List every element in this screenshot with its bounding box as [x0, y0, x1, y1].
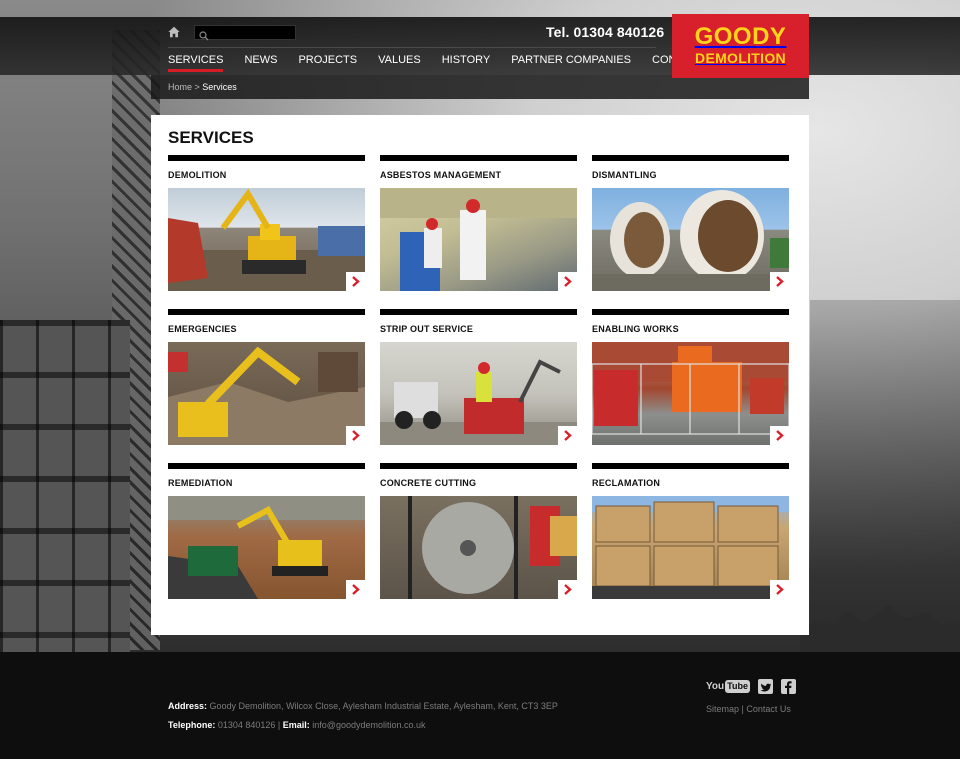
service-title[interactable]: REMEDIATION — [168, 478, 233, 488]
service-image[interactable] — [168, 342, 365, 445]
service-title[interactable]: CONCRETE CUTTING — [380, 478, 476, 488]
service-title[interactable]: ASBESTOS MANAGEMENT — [380, 170, 501, 180]
contact-us-link[interactable]: Contact Us — [746, 704, 791, 714]
breadcrumb-home[interactable]: Home — [168, 82, 192, 92]
chevron-right-icon — [776, 430, 784, 441]
breadcrumb-bar — [151, 75, 809, 99]
service-title[interactable]: STRIP OUT SERVICE — [380, 324, 473, 334]
service-image[interactable] — [380, 496, 577, 599]
card-rule — [592, 463, 789, 469]
card-arrow-button[interactable] — [346, 426, 365, 445]
service-image[interactable] — [380, 188, 577, 291]
logo[interactable]: GOODY DEMOLITION — [672, 14, 809, 78]
breadcrumb-separator: > — [192, 82, 203, 92]
youtube-tube: Tube — [725, 679, 750, 693]
breadcrumb-current: Services — [202, 82, 237, 92]
card-arrow-button[interactable] — [558, 272, 577, 291]
logo-line-2: DEMOLITION — [695, 50, 786, 66]
card-arrow-button[interactable] — [770, 272, 789, 291]
card-rule — [380, 155, 577, 161]
page-title: SERVICES — [168, 128, 254, 147]
search-box — [194, 25, 296, 41]
card-arrow-button[interactable] — [770, 580, 789, 599]
background-shade — [810, 300, 960, 652]
sitemap-link[interactable]: Sitemap — [706, 704, 739, 714]
phone-number: Tel. 01304 840126 — [546, 24, 665, 40]
background-building — [0, 320, 130, 652]
card-rule — [168, 463, 365, 469]
service-card-enabling-works[interactable]: ENABLING WORKS — [592, 309, 789, 447]
twitter-icon[interactable] — [758, 678, 773, 694]
card-arrow-button[interactable] — [346, 580, 365, 599]
footer: Address: Goody Demolition, Wilcox Close,… — [0, 652, 960, 759]
card-arrow-button[interactable] — [558, 580, 577, 599]
service-card-strip-out-service[interactable]: STRIP OUT SERVICE — [380, 309, 577, 447]
youtube-you: You — [706, 680, 725, 692]
nav-item-services[interactable]: SERVICES — [168, 54, 224, 74]
service-title[interactable]: RECLAMATION — [592, 478, 660, 488]
service-image[interactable] — [592, 188, 789, 291]
telephone-text: 01304 840126 — [217, 720, 276, 730]
search-input[interactable] — [211, 26, 295, 39]
facebook-icon[interactable] — [781, 678, 796, 694]
card-arrow-button[interactable] — [770, 426, 789, 445]
youtube-icon[interactable]: You Tube — [706, 679, 750, 693]
chevron-right-icon — [776, 584, 784, 595]
social-links: You Tube — [706, 678, 796, 694]
footer-contact: Telephone: 01304 840126 | Email: info@go… — [168, 720, 426, 730]
service-card-asbestos-management[interactable]: ASBESTOS MANAGEMENT — [380, 155, 577, 293]
nav-divider — [168, 47, 656, 48]
chevron-right-icon — [352, 584, 360, 595]
service-card-concrete-cutting[interactable]: CONCRETE CUTTING — [380, 463, 577, 601]
service-card-dismantling[interactable]: DISMANTLING — [592, 155, 789, 293]
service-image[interactable] — [168, 496, 365, 599]
search-icon[interactable] — [199, 28, 209, 41]
service-title[interactable]: DISMANTLING — [592, 170, 657, 180]
footer-address: Address: Goody Demolition, Wilcox Close,… — [168, 701, 558, 711]
home-icon[interactable] — [168, 25, 180, 38]
footer-links: Sitemap | Contact Us — [706, 704, 791, 714]
logo-line-1: GOODY — [694, 23, 787, 50]
chevron-right-icon — [564, 584, 572, 595]
service-card-demolition[interactable]: DEMOLITION — [168, 155, 365, 293]
nav-item-news[interactable]: NEWS — [244, 54, 277, 74]
email-label: Email: — [282, 720, 310, 730]
chevron-right-icon — [564, 430, 572, 441]
service-card-emergencies[interactable]: EMERGENCIES — [168, 309, 365, 447]
card-rule — [168, 309, 365, 315]
card-rule — [380, 463, 577, 469]
chevron-right-icon — [352, 276, 360, 287]
service-card-remediation[interactable]: REMEDIATION — [168, 463, 365, 601]
card-rule — [168, 155, 365, 161]
footer-divider: | — [275, 720, 283, 730]
card-rule — [380, 309, 577, 315]
chevron-right-icon — [564, 276, 572, 287]
nav-item-projects[interactable]: PROJECTS — [298, 54, 357, 74]
service-title[interactable]: EMERGENCIES — [168, 324, 237, 334]
content-panel: SERVICES DEMOLITION ASBESTOS MANAGEMENT — [151, 115, 809, 635]
card-rule — [592, 309, 789, 315]
service-image[interactable] — [380, 342, 577, 445]
telephone-label: Telephone: — [168, 720, 216, 730]
main-nav: SERVICES NEWS PROJECTS VALUES HISTORY PA… — [168, 54, 725, 74]
service-card-reclamation[interactable]: RECLAMATION — [592, 463, 789, 601]
card-arrow-button[interactable] — [558, 426, 577, 445]
service-title[interactable]: ENABLING WORKS — [592, 324, 679, 334]
service-image[interactable] — [592, 342, 789, 445]
address-text: Goody Demolition, Wilcox Close, Aylesham… — [209, 701, 558, 711]
chevron-right-icon — [352, 430, 360, 441]
card-rule — [592, 155, 789, 161]
nav-item-history[interactable]: HISTORY — [442, 54, 491, 74]
breadcrumb: Home > Services — [168, 82, 237, 92]
card-arrow-button[interactable] — [346, 272, 365, 291]
service-image[interactable] — [168, 188, 365, 291]
email-link[interactable]: info@goodydemolition.co.uk — [312, 720, 425, 730]
nav-item-partner-companies[interactable]: PARTNER COMPANIES — [511, 54, 631, 74]
nav-item-values[interactable]: VALUES — [378, 54, 421, 74]
service-image[interactable] — [592, 496, 789, 599]
address-label: Address: — [168, 701, 208, 711]
chevron-right-icon — [776, 276, 784, 287]
service-title[interactable]: DEMOLITION — [168, 170, 227, 180]
